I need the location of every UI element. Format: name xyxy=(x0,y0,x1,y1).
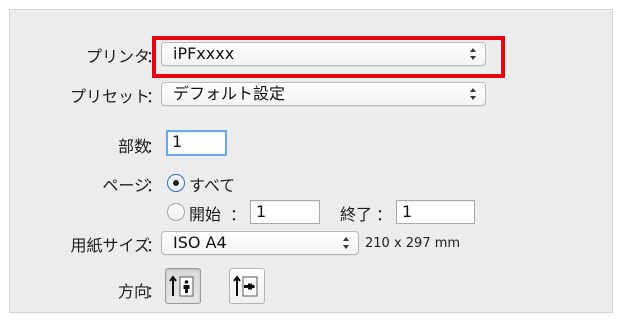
radio-selected-dot xyxy=(173,180,179,186)
pages-from-radio[interactable] xyxy=(167,203,185,221)
printer-value: iPFxxxx xyxy=(173,44,235,63)
popup-arrows-icon xyxy=(343,237,349,249)
printer-label: プリンタ xyxy=(85,47,150,66)
paper-size-value: ISO A4 xyxy=(173,233,227,252)
landscape-button[interactable] xyxy=(229,268,265,304)
print-dialog-panel: プリンタ ： iPFxxxx プリセット ： デフォルト設定 部数 ： 1 ペー… xyxy=(9,9,613,313)
preset-value: デフォルト設定 xyxy=(173,84,286,103)
preset-popup[interactable]: デフォルト設定 xyxy=(161,82,486,106)
pages-to-label: 終了 xyxy=(340,205,373,224)
pages-from-colon: ： xyxy=(230,205,247,224)
copies-colon: ： xyxy=(146,137,163,156)
paper-size-label: 用紙サイズ xyxy=(70,236,150,255)
preset-colon: ： xyxy=(146,87,163,106)
printer-colon: ： xyxy=(146,47,163,66)
pages-to-colon: ： xyxy=(376,205,393,224)
portrait-orientation-icon xyxy=(169,275,194,297)
paper-size-popup[interactable]: ISO A4 xyxy=(161,231,359,255)
landscape-orientation-icon xyxy=(233,275,258,297)
pages-all-radio[interactable] xyxy=(167,174,185,192)
pages-colon: ： xyxy=(146,176,163,195)
pages-to-field[interactable]: 1 xyxy=(396,200,475,224)
printer-popup[interactable]: iPFxxxx xyxy=(161,42,486,66)
pages-label: ページ xyxy=(102,176,150,195)
copies-label: 部数 xyxy=(117,137,150,156)
preset-label: プリセット xyxy=(69,87,150,106)
portrait-button[interactable] xyxy=(165,268,201,304)
pages-from-label: 開始 xyxy=(189,205,222,224)
popup-arrows-icon xyxy=(470,48,476,60)
paper-size-colon: ： xyxy=(146,236,163,255)
pages-all-label: すべて xyxy=(189,176,236,195)
pages-from-field[interactable]: 1 xyxy=(250,200,320,224)
popup-arrows-icon xyxy=(470,88,476,100)
copies-field[interactable]: 1 xyxy=(166,130,227,156)
orientation-label: 方向 xyxy=(117,282,150,301)
paper-dimensions: 210 x 297 mm xyxy=(365,236,461,251)
orientation-colon: ： xyxy=(146,282,163,301)
